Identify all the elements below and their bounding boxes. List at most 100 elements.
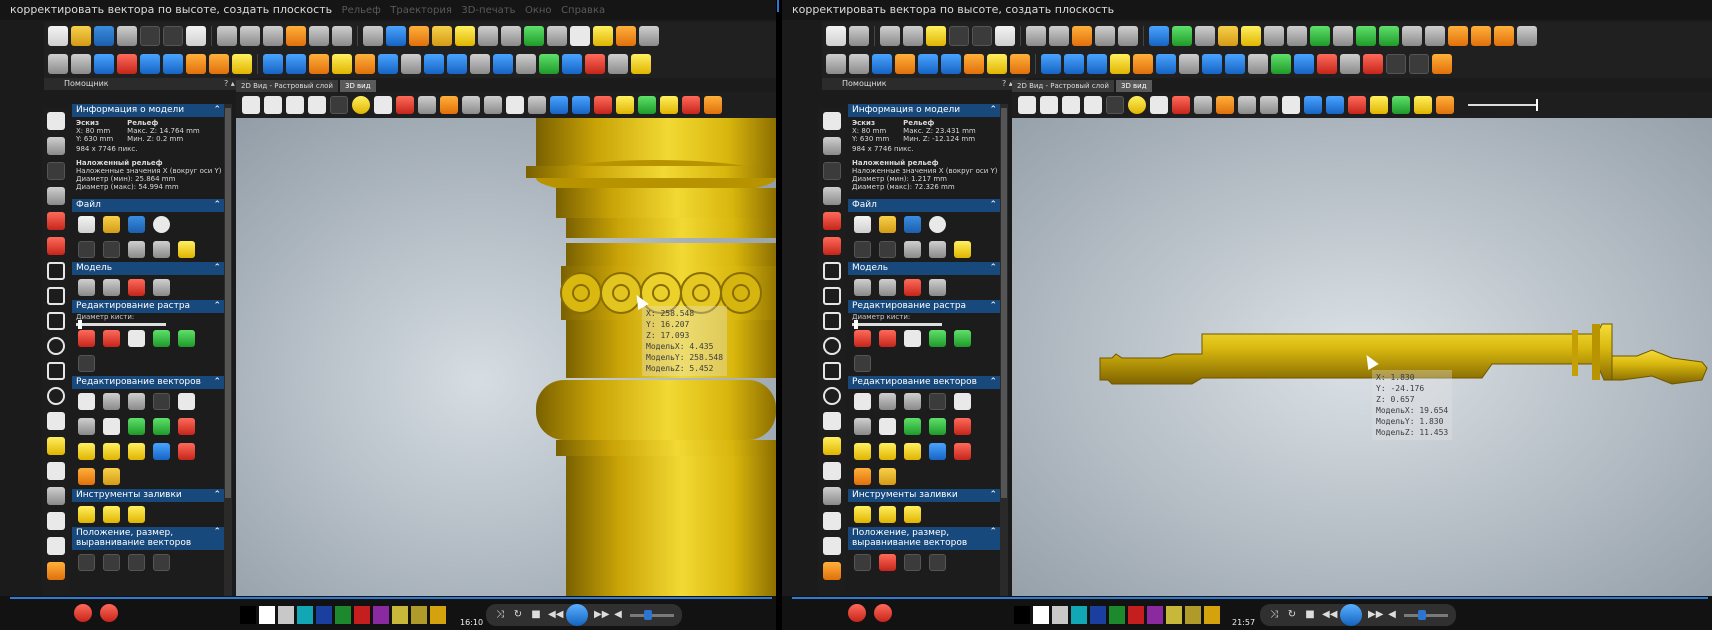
text-icon[interactable] bbox=[823, 412, 841, 430]
pencil-red-icon[interactable] bbox=[47, 212, 65, 230]
assistant-scrollbar[interactable] bbox=[224, 104, 232, 618]
lasso-icon[interactable] bbox=[823, 262, 841, 280]
view-side-icon[interactable] bbox=[1062, 96, 1080, 114]
green-stack-icon[interactable] bbox=[1379, 26, 1399, 46]
zoom-icon[interactable] bbox=[1106, 96, 1124, 114]
layer-view-icon[interactable] bbox=[462, 96, 480, 114]
raster-plus-icon[interactable] bbox=[153, 330, 170, 347]
subtract-icon[interactable] bbox=[309, 54, 329, 74]
paint-icon[interactable] bbox=[823, 562, 841, 580]
eraser-icon[interactable] bbox=[895, 54, 915, 74]
sculpt-icon[interactable] bbox=[1010, 54, 1030, 74]
dots-icon[interactable] bbox=[1517, 26, 1537, 46]
relief-green-icon[interactable] bbox=[1172, 26, 1192, 46]
vector-text-icon[interactable] bbox=[954, 393, 971, 410]
document-icon[interactable] bbox=[995, 26, 1015, 46]
orange-icon[interactable] bbox=[1448, 26, 1468, 46]
menu-item-window[interactable]: Окно bbox=[525, 5, 552, 16]
cone-icon[interactable] bbox=[631, 54, 651, 74]
color-swatch[interactable] bbox=[373, 606, 389, 624]
shape-view-icon[interactable] bbox=[638, 96, 656, 114]
layers-red-icon[interactable] bbox=[1348, 96, 1366, 114]
merge-icon[interactable] bbox=[286, 54, 306, 74]
fill-wave-icon[interactable] bbox=[904, 506, 921, 523]
select-arrow-icon[interactable] bbox=[823, 112, 841, 130]
vector-measure-icon[interactable] bbox=[879, 418, 896, 435]
circle-icon[interactable] bbox=[47, 337, 65, 355]
undo-icon[interactable] bbox=[854, 241, 871, 258]
align-size-icon[interactable] bbox=[128, 554, 145, 571]
grid-view-icon[interactable] bbox=[418, 96, 436, 114]
arc-icon[interactable] bbox=[823, 387, 841, 405]
layers-blue-icon[interactable] bbox=[1326, 96, 1344, 114]
play-icon[interactable] bbox=[1340, 604, 1362, 626]
target-icon[interactable] bbox=[874, 604, 892, 622]
align-dist-icon[interactable] bbox=[929, 554, 946, 571]
scrollbar-thumb[interactable] bbox=[1001, 108, 1007, 498]
cross-icon[interactable] bbox=[1340, 54, 1360, 74]
play-icon[interactable] bbox=[566, 604, 588, 626]
zoom-tool-icon[interactable] bbox=[826, 54, 846, 74]
menu-item-relief[interactable]: Рельеф bbox=[342, 5, 381, 16]
section-header-file[interactable]: Файл ⌃ bbox=[848, 199, 1000, 212]
eyedropper-icon[interactable] bbox=[47, 462, 65, 480]
raster-line-icon[interactable] bbox=[854, 355, 871, 372]
brain-icon[interactable] bbox=[71, 54, 91, 74]
rotate-icon[interactable] bbox=[363, 26, 383, 46]
stack-icon[interactable] bbox=[516, 54, 536, 74]
volume-icon[interactable]: ◀ bbox=[1386, 609, 1398, 621]
undo-icon[interactable] bbox=[140, 26, 160, 46]
zoom-icon[interactable] bbox=[330, 96, 348, 114]
polyline-icon[interactable] bbox=[823, 287, 841, 305]
color-view-icon[interactable] bbox=[1414, 96, 1432, 114]
vector-arc-icon[interactable] bbox=[954, 443, 971, 460]
fill-wave-icon[interactable] bbox=[128, 506, 145, 523]
material-icon[interactable] bbox=[440, 96, 458, 114]
relief-tool-icon[interactable] bbox=[94, 54, 114, 74]
model-origin-icon[interactable] bbox=[904, 279, 921, 296]
warn-icon[interactable] bbox=[355, 54, 375, 74]
volume-slider[interactable] bbox=[630, 609, 674, 620]
brush-diameter-slider[interactable] bbox=[852, 320, 942, 329]
scissors-icon[interactable] bbox=[1333, 26, 1353, 46]
light-icon[interactable] bbox=[352, 96, 370, 114]
vector-spark-icon[interactable] bbox=[904, 443, 921, 460]
grid-view-icon[interactable] bbox=[1194, 96, 1212, 114]
scrollbar-thumb[interactable] bbox=[225, 108, 231, 498]
undo-icon[interactable] bbox=[78, 241, 95, 258]
raster-eye-icon[interactable] bbox=[178, 330, 195, 347]
volume-knob[interactable] bbox=[644, 609, 652, 620]
tab-3d-view[interactable]: 3D вид bbox=[339, 80, 376, 92]
vector-node-icon[interactable] bbox=[78, 418, 95, 435]
vector-transform-icon[interactable] bbox=[879, 393, 896, 410]
wrap-icon[interactable] bbox=[470, 54, 490, 74]
copy-icon[interactable] bbox=[903, 26, 923, 46]
section-header-vector-edit[interactable]: Редактирование векторов ⌃ bbox=[72, 376, 224, 389]
grid-orange-icon[interactable] bbox=[1432, 54, 1452, 74]
star-icon[interactable] bbox=[1264, 26, 1284, 46]
vector-wave-icon[interactable] bbox=[178, 418, 195, 435]
smudge-icon[interactable] bbox=[47, 512, 65, 530]
folder-icon[interactable] bbox=[432, 26, 452, 46]
rectangle-icon[interactable] bbox=[47, 312, 65, 330]
node-edit-icon[interactable] bbox=[286, 26, 306, 46]
3d-viewport[interactable]: X: 258.548 Y: 16.207 Z: 17.093 МодельX: … bbox=[236, 118, 776, 596]
menu-item-help[interactable]: Справка bbox=[561, 5, 605, 16]
vector-arrow-icon[interactable] bbox=[879, 443, 896, 460]
align-icon[interactable] bbox=[217, 26, 237, 46]
section-header-model[interactable]: Модель ⌃ bbox=[848, 262, 1000, 275]
new-file-icon[interactable] bbox=[854, 216, 871, 233]
color-view-icon[interactable] bbox=[660, 96, 678, 114]
section-header-raster-edit[interactable]: Редактирование растра ⌃ bbox=[72, 300, 224, 313]
new-file-icon[interactable] bbox=[48, 26, 68, 46]
vector-select-icon[interactable] bbox=[78, 393, 95, 410]
vector-table-icon[interactable] bbox=[128, 393, 145, 410]
vector-group-icon[interactable] bbox=[153, 418, 170, 435]
raster-eye-icon[interactable] bbox=[954, 330, 971, 347]
slider-knob[interactable] bbox=[78, 320, 82, 329]
save-icon[interactable] bbox=[128, 216, 145, 233]
layer-view-icon[interactable] bbox=[1238, 96, 1256, 114]
drop-icon[interactable] bbox=[47, 437, 65, 455]
3d-viewport[interactable]: X: 1.830 Y: -24.176 Z: 0.657 МодельX: 19… bbox=[1012, 118, 1712, 596]
vector-add-icon[interactable] bbox=[128, 418, 145, 435]
